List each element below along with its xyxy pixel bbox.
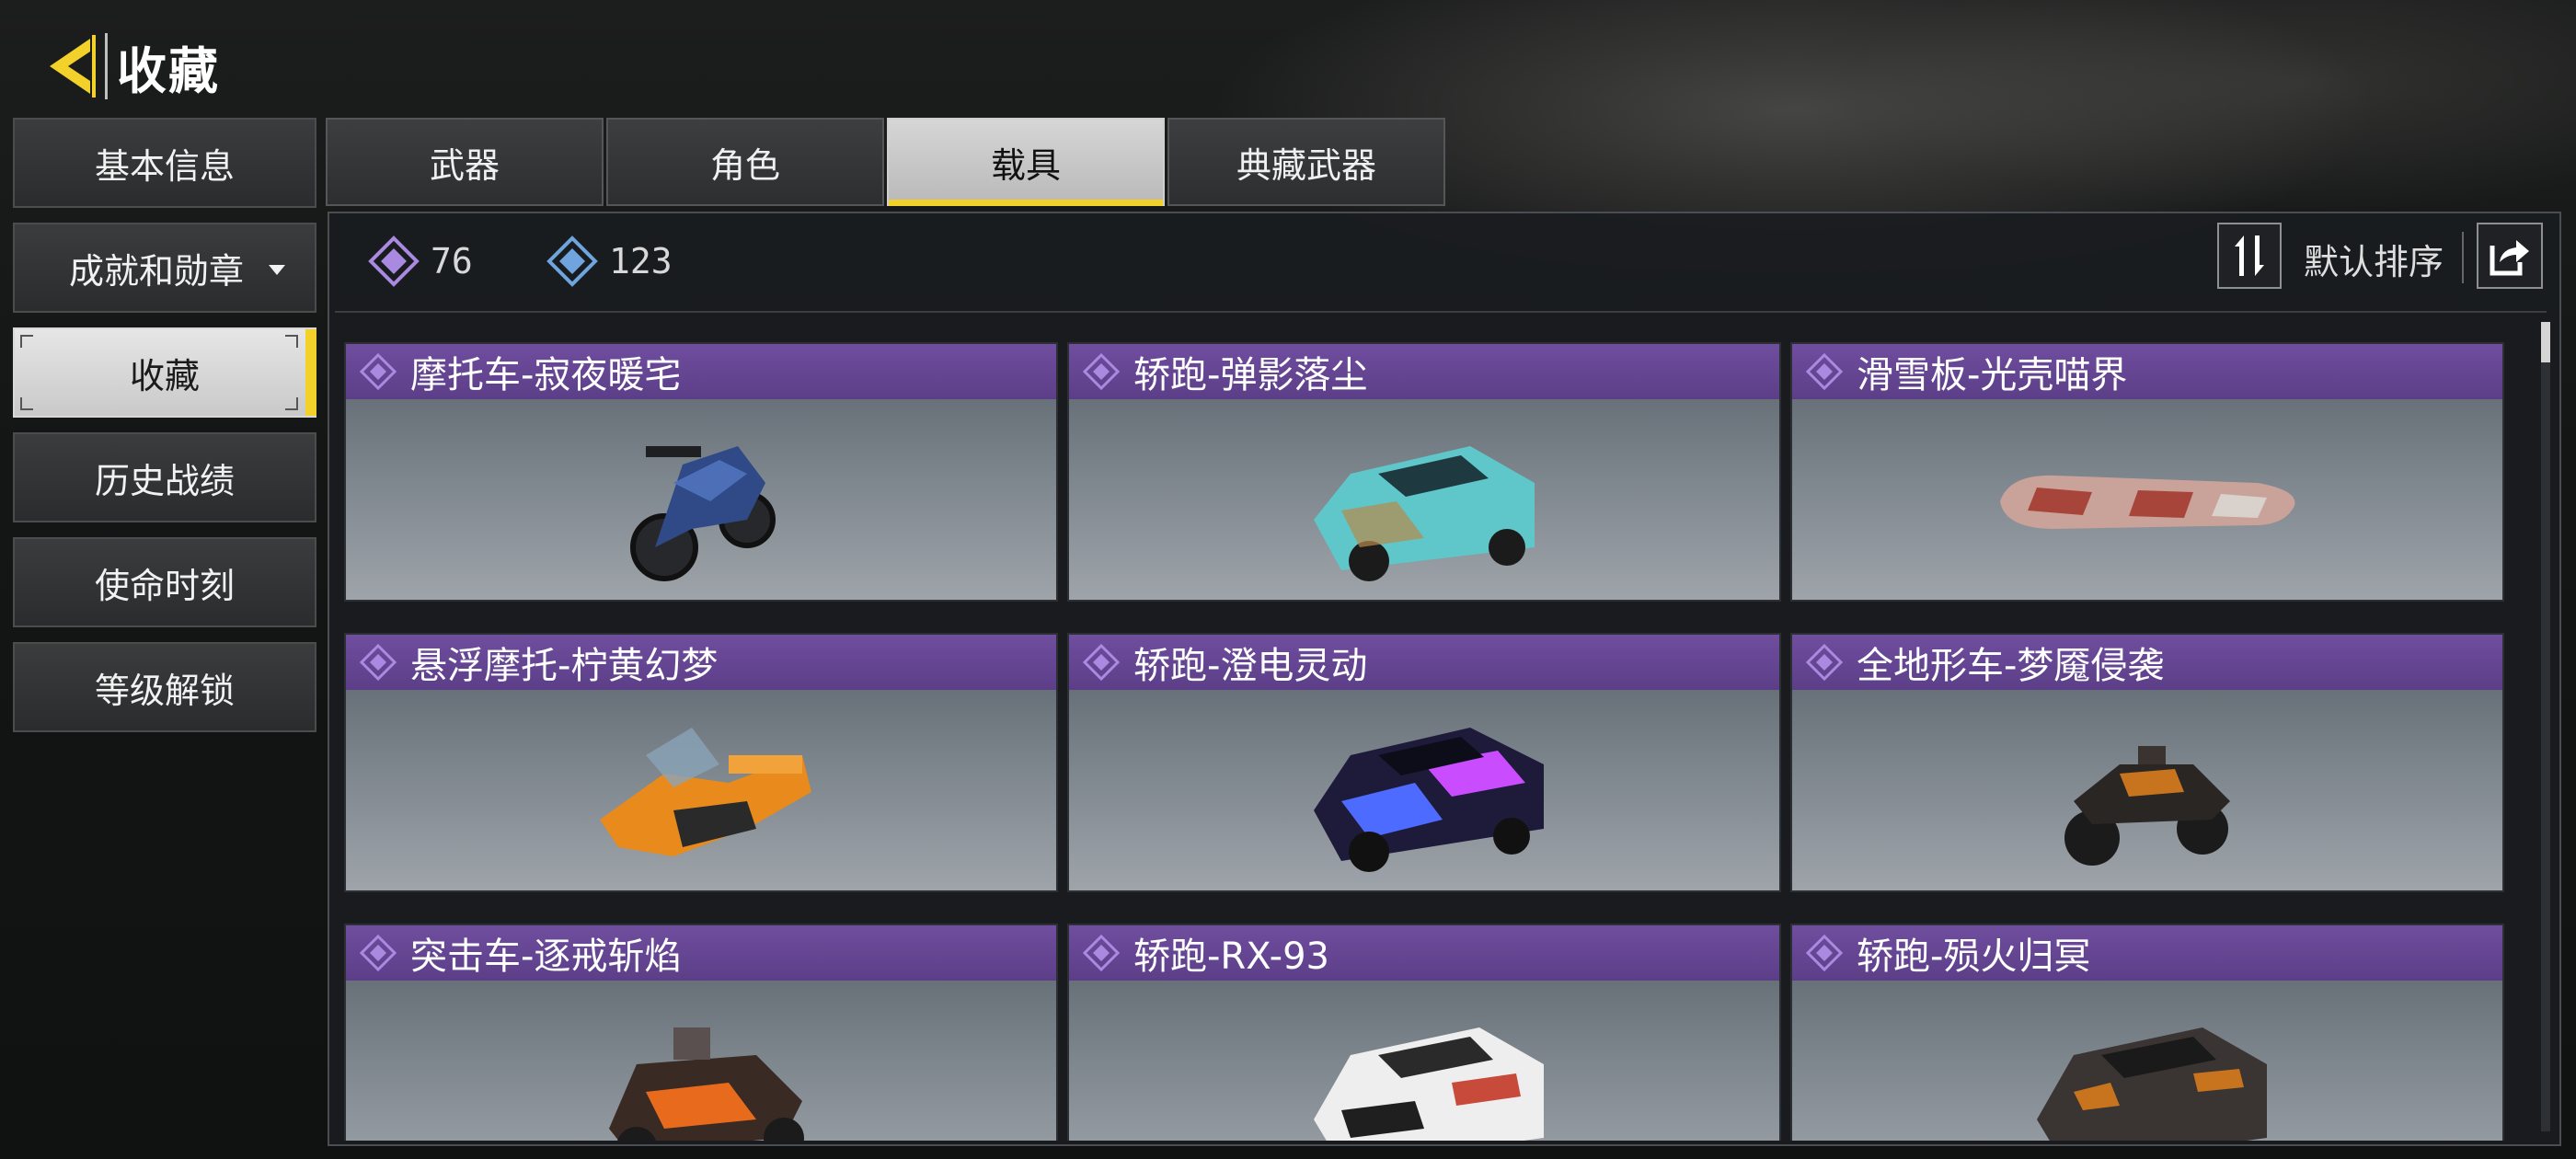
- sort-arrows-icon: [2235, 235, 2264, 276]
- vehicle-card[interactable]: 轿跑-弹影落尘: [1067, 342, 1781, 602]
- card-title: 滑雪板-光壳喵界: [1857, 354, 2128, 396]
- card-header: 轿跑-澄电灵动: [1069, 635, 1779, 690]
- tab-vehicles[interactable]: 载具: [887, 118, 1165, 206]
- nav-item-label: 基本信息: [94, 145, 235, 187]
- buggy-image: [346, 981, 1056, 1141]
- page-title: 收藏: [117, 41, 220, 100]
- rarity-diamond-icon: [1792, 344, 1857, 399]
- corner-decoration: [285, 335, 298, 348]
- purple-diamond-icon: [368, 235, 420, 287]
- nav-item-achievements[interactable]: 成就和勋章: [13, 223, 316, 313]
- sort-order-label[interactable]: 默认排序: [2304, 234, 2444, 284]
- nav-item-label: 收藏: [129, 355, 200, 396]
- vehicle-card[interactable]: 摩托车-寂夜暖宅: [344, 342, 1058, 602]
- corner-decoration: [285, 397, 298, 410]
- share-button[interactable]: [2477, 223, 2543, 289]
- rarity-diamond-icon: [1069, 925, 1133, 981]
- vehicle-card[interactable]: 轿跑-澄电灵动: [1067, 633, 1781, 892]
- rarity-diamond-icon: [346, 344, 410, 399]
- nav-item-level-unlocks[interactable]: 等级解锁: [13, 642, 316, 732]
- card-title: 轿跑-澄电灵动: [1133, 645, 1368, 687]
- nav-item-match-history[interactable]: 历史战绩: [13, 432, 316, 522]
- vehicle-card[interactable]: 全地形车-梦魇侵袭: [1790, 633, 2504, 892]
- tab-characters[interactable]: 角色: [606, 118, 884, 206]
- tab-collector-weapons[interactable]: 典藏武器: [1167, 118, 1445, 206]
- currency-blue: 123: [546, 235, 673, 287]
- tab-label: 武器: [429, 144, 500, 186]
- car-white-image: [1069, 981, 1779, 1141]
- card-header: 轿跑-殒火归冥: [1792, 925, 2502, 981]
- vehicle-card[interactable]: 突击车-逐戒斩焰: [344, 924, 1058, 1141]
- rarity-diamond-icon: [1792, 925, 1857, 981]
- currency-purple: 76: [368, 235, 473, 287]
- motorcycle-image: [346, 399, 1056, 600]
- card-header: 轿跑-RX-93: [1069, 925, 1779, 981]
- back-arrow-icon: [50, 35, 96, 98]
- corner-decoration: [20, 335, 33, 348]
- back-button[interactable]: [42, 31, 101, 101]
- nav-item-collection[interactable]: 收藏: [13, 327, 316, 418]
- toolbar-divider: [2462, 232, 2464, 283]
- toolbar-separator: [335, 311, 2547, 313]
- rarity-diamond-icon: [1792, 635, 1857, 690]
- card-header: 摩托车-寂夜暖宅: [346, 344, 1056, 399]
- page-header: 收藏: [42, 29, 220, 103]
- hoverbike-image: [346, 690, 1056, 890]
- tab-label: 载具: [990, 144, 1061, 186]
- nav-item-label: 等级解锁: [94, 670, 235, 711]
- card-title: 摩托车-寂夜暖宅: [410, 354, 682, 396]
- car-dark-image: [1792, 981, 2502, 1141]
- nav-item-label: 历史战绩: [94, 460, 235, 501]
- tab-label: 角色: [709, 144, 780, 186]
- card-header: 全地形车-梦魇侵袭: [1792, 635, 2502, 690]
- card-title: 轿跑-弹影落尘: [1133, 354, 1368, 396]
- vehicle-card[interactable]: 悬浮摩托-柠黄幻梦: [344, 633, 1058, 892]
- atv-image: [1792, 690, 2502, 890]
- rarity-diamond-icon: [1069, 635, 1133, 690]
- vehicle-grid: 摩托车-寂夜暖宅 轿跑-弹影落尘 滑雪板-光壳喵界 悬浮摩托-柠黄幻梦 轿跑-澄…: [344, 342, 2515, 1141]
- tab-label: 典藏武器: [1236, 144, 1376, 186]
- nav-item-basic-info[interactable]: 基本信息: [13, 118, 316, 208]
- scrollbar-thumb[interactable]: [2541, 322, 2550, 362]
- category-tabs: 武器 角色 载具 典藏武器: [326, 118, 1448, 206]
- grid-scrollbar[interactable]: [2541, 322, 2550, 1131]
- tab-weapons[interactable]: 武器: [326, 118, 604, 206]
- snowboard-image: [1792, 399, 2502, 600]
- currency-value: 123: [609, 241, 673, 281]
- vehicle-card[interactable]: 轿跑-RX-93: [1067, 924, 1781, 1141]
- card-title: 轿跑-RX-93: [1133, 935, 1329, 978]
- panel-toolbar: 76 123 默认排序: [329, 213, 2559, 309]
- card-title: 轿跑-殒火归冥: [1857, 935, 2091, 978]
- collection-panel: 76 123 默认排序 摩托车-寂夜暖宅 轿跑-弹影落尘 滑雪板-光壳喵界 悬浮…: [328, 212, 2561, 1146]
- card-header: 突击车-逐戒斩焰: [346, 925, 1056, 981]
- car-neon-image: [1069, 690, 1779, 890]
- card-header: 悬浮摩托-柠黄幻梦: [346, 635, 1056, 690]
- card-title: 全地形车-梦魇侵袭: [1857, 645, 2165, 687]
- blue-diamond-icon: [546, 235, 598, 287]
- share-icon: [2490, 240, 2529, 276]
- vehicle-card[interactable]: 轿跑-殒火归冥: [1790, 924, 2504, 1141]
- header-divider: [105, 33, 108, 99]
- nav-item-duty-moments[interactable]: 使命时刻: [13, 537, 316, 627]
- nav-item-label: 成就和勋章: [68, 250, 244, 292]
- card-title: 悬浮摩托-柠黄幻梦: [410, 645, 719, 687]
- card-header: 滑雪板-光壳喵界: [1792, 344, 2502, 399]
- nav-item-label: 使命时刻: [94, 565, 235, 606]
- left-nav: 基本信息 成就和勋章 收藏 历史战绩 使命时刻 等级解锁: [13, 118, 316, 747]
- card-header: 轿跑-弹影落尘: [1069, 344, 1779, 399]
- rarity-diamond-icon: [1069, 344, 1133, 399]
- currency-value: 76: [431, 241, 473, 281]
- vehicle-card[interactable]: 滑雪板-光壳喵界: [1790, 342, 2504, 602]
- corner-decoration: [20, 397, 33, 410]
- rarity-diamond-icon: [346, 925, 410, 981]
- car-teal-image: [1069, 399, 1779, 600]
- sort-toggle-button[interactable]: [2217, 223, 2282, 289]
- card-title: 突击车-逐戒斩焰: [410, 935, 682, 978]
- rarity-diamond-icon: [346, 635, 410, 690]
